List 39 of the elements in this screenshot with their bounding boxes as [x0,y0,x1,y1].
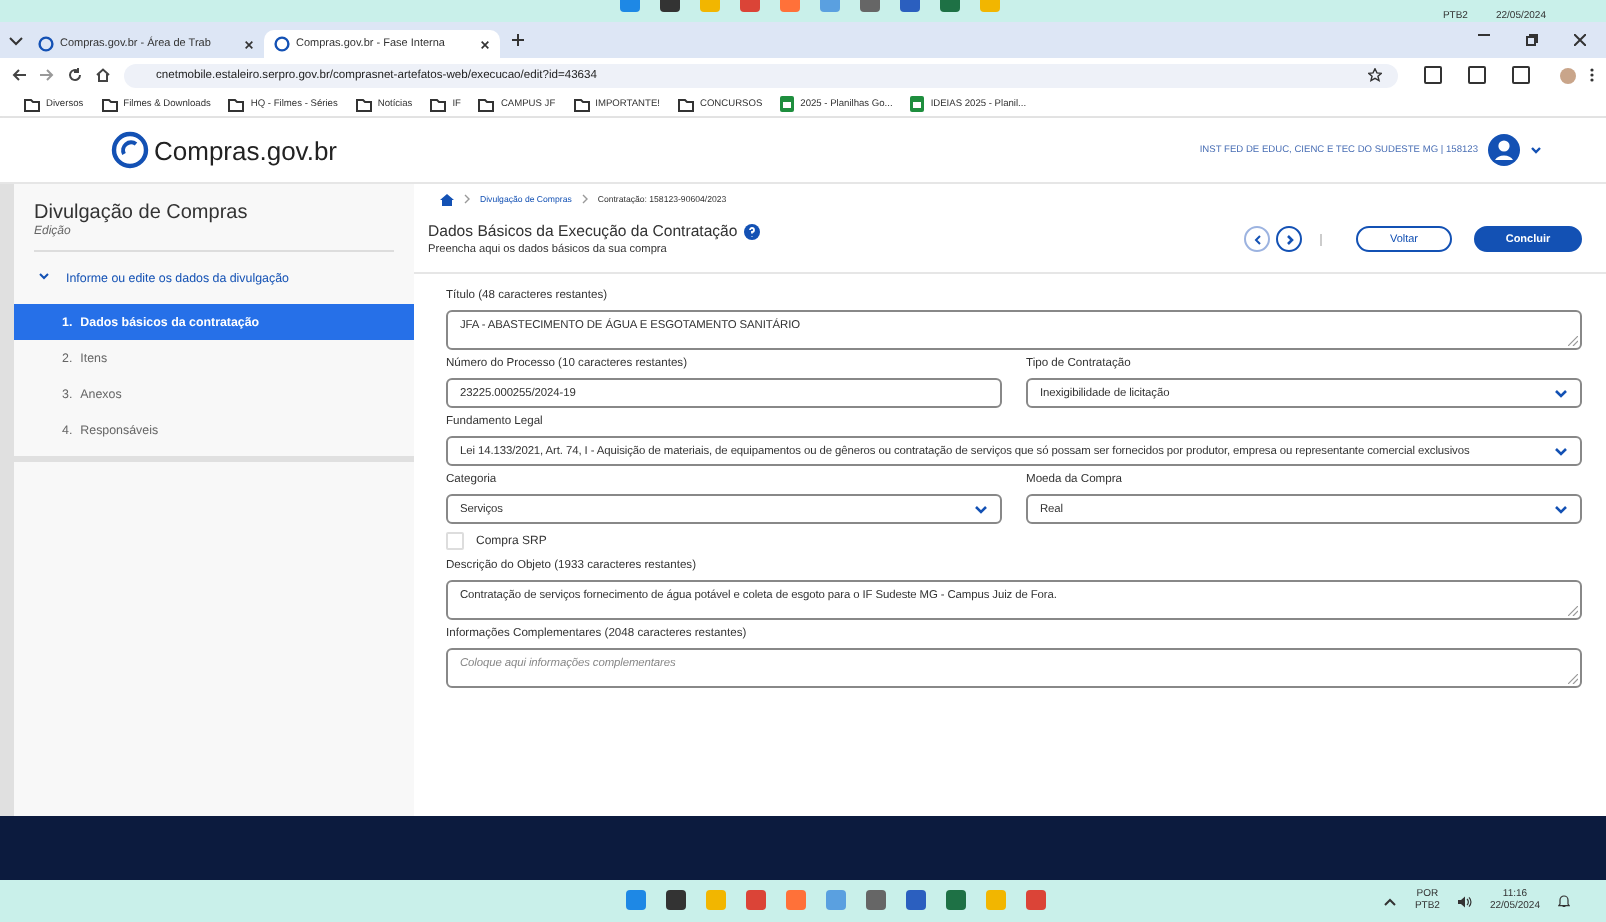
chevron-icon [1554,386,1568,400]
home-icon[interactable] [96,68,110,82]
chevron-icon [974,502,988,516]
plus-icon[interactable] [512,34,524,46]
favicon-icon [274,36,290,52]
chevron-left-icon [1251,233,1263,245]
close-icon[interactable] [244,39,254,49]
bell-icon[interactable] [1558,894,1570,908]
logo-icon [110,130,150,170]
chevron-icon [1554,444,1568,458]
chevron-icon [38,270,50,282]
star-icon[interactable] [1368,68,1382,82]
chevron-right-icon [1283,233,1295,245]
avatar-icon[interactable] [1560,67,1576,83]
checkbox[interactable] [446,532,464,550]
chevron-icon [1554,502,1568,516]
chevron-up-icon[interactable] [1384,897,1397,905]
back-icon[interactable] [12,68,26,82]
reload-icon[interactable] [68,68,82,82]
resize-grip-icon[interactable] [1568,606,1578,616]
logo-text[interactable]: Compras.gov.br [154,135,338,165]
user-icon[interactable] [1488,134,1520,166]
restore-icon[interactable] [1526,34,1538,46]
resize-grip-icon[interactable] [1568,336,1578,346]
home-icon[interactable] [440,193,454,205]
speaker-icon[interactable] [1457,895,1472,907]
forward-icon[interactable] [40,68,54,82]
chevron-icon[interactable] [8,32,28,48]
chevron-icon [464,194,470,204]
next-button[interactable] [1276,226,1302,252]
chevron-icon [581,194,588,204]
help-icon[interactable] [743,223,760,239]
sidebar-title: Divulgação de Compras [32,200,250,224]
resize-grip-icon[interactable] [1568,674,1578,684]
close-icon[interactable] [1574,34,1586,46]
chevron-icon[interactable] [1530,144,1542,156]
favicon-icon [38,36,54,52]
close-icon[interactable] [480,39,490,49]
previous-button[interactable] [1244,226,1270,252]
